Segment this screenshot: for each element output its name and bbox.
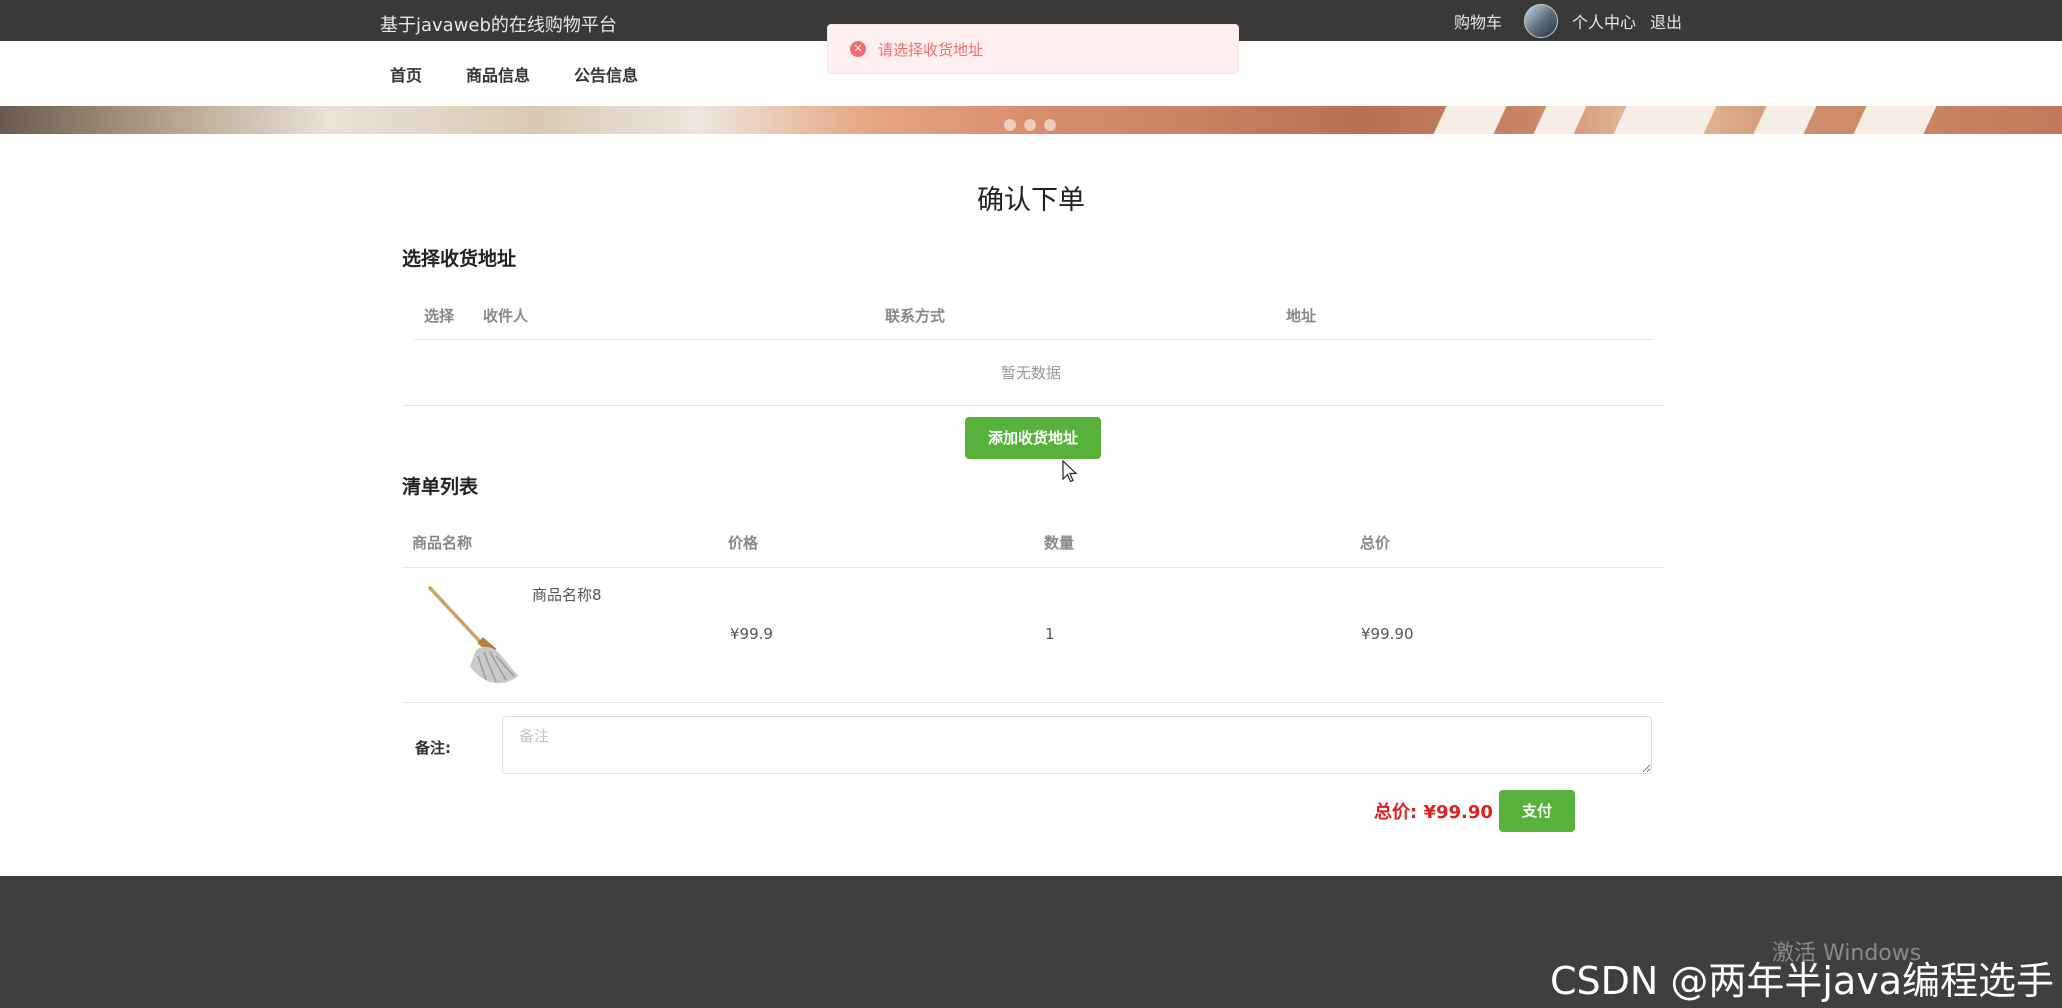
error-icon: ✕: [850, 41, 866, 57]
pay-button[interactable]: 支付: [1499, 790, 1575, 832]
carousel-indicators: [1004, 119, 1056, 131]
order-col-total: 总价: [1360, 534, 1391, 552]
order-col-name: 商品名称: [412, 534, 473, 552]
remark-input[interactable]: [502, 716, 1652, 774]
order-col-price: 价格: [728, 534, 759, 552]
address-empty-text: 暂无数据: [1000, 364, 1061, 382]
csdn-watermark: CSDN @两年半java编程选手: [1550, 959, 2055, 1003]
mouse-cursor-icon: [1062, 460, 1078, 483]
page-title: 确认下单: [977, 185, 1085, 216]
cart-link[interactable]: 购物车: [1454, 9, 1502, 33]
avatar[interactable]: [1523, 3, 1558, 38]
product-total: ¥99.90: [1361, 625, 1414, 643]
product-quantity: 1: [1045, 625, 1055, 643]
carousel-dot[interactable]: [1004, 119, 1016, 131]
address-col-contact: 联系方式: [885, 307, 946, 325]
banner-brush-stroke: [1613, 106, 1717, 134]
carousel-dot[interactable]: [1024, 119, 1036, 131]
add-address-button[interactable]: 添加收货地址: [965, 417, 1101, 459]
nav-item-home[interactable]: 首页: [390, 62, 422, 86]
top-right-links: 购物车 个人中心 退出: [1454, 0, 1682, 41]
order-col-quantity: 数量: [1044, 534, 1075, 552]
banner-brush-stroke: [1853, 106, 1937, 134]
nav-item-announcements[interactable]: 公告信息: [574, 62, 638, 86]
address-col-address: 地址: [1286, 307, 1317, 325]
divider: [414, 339, 1654, 340]
logout-link[interactable]: 退出: [1650, 9, 1682, 33]
banner-brush-stroke: [1433, 106, 1507, 134]
product-name[interactable]: 商品名称8: [532, 584, 602, 605]
nav-item-products[interactable]: 商品信息: [466, 62, 530, 86]
address-section-title: 选择收货地址: [402, 248, 517, 270]
toast-message: 请选择收货地址: [878, 40, 984, 59]
error-toast: ✕ 请选择收货地址: [827, 24, 1239, 74]
address-col-recipient: 收件人: [483, 307, 529, 325]
divider: [402, 405, 1664, 406]
user-center-link[interactable]: 个人中心: [1572, 9, 1636, 33]
carousel-dot[interactable]: [1044, 119, 1056, 131]
order-section-title: 清单列表: [402, 476, 479, 498]
banner-brush-stroke: [1753, 106, 1817, 134]
order-total: 总价: ¥99.90: [1374, 802, 1493, 823]
remark-label: 备注:: [415, 739, 451, 757]
product-price: ¥99.9: [730, 625, 773, 643]
divider: [402, 702, 1664, 703]
divider: [402, 567, 1664, 568]
address-col-select: 选择: [424, 307, 455, 325]
mop-image: [428, 586, 518, 684]
banner-brush-stroke: [1533, 106, 1587, 134]
site-title[interactable]: 基于javaweb的在线购物平台: [380, 11, 617, 37]
